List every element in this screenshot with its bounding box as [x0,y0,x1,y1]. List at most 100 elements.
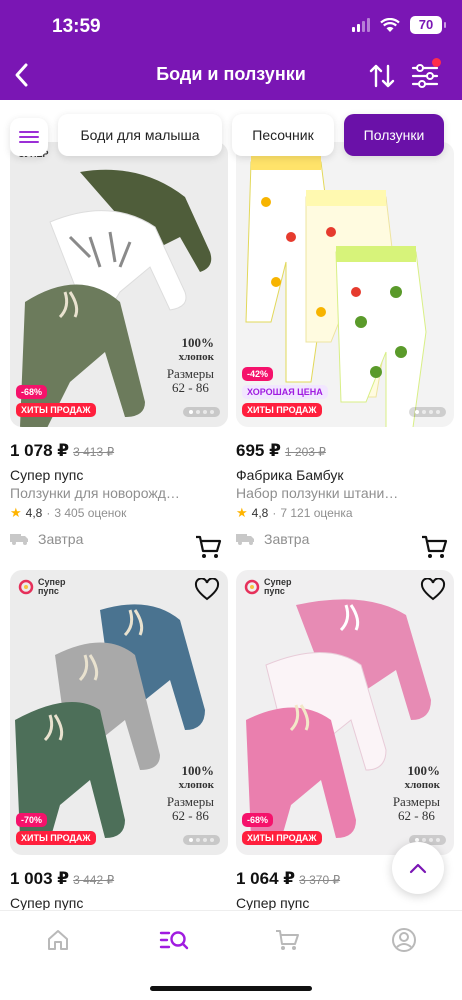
image-pager-dots [183,835,220,845]
product-image[interactable]: Супер пупс 100% хлопок Размеры 62 - 86 -… [236,570,454,855]
chip-bodysuits[interactable]: Боди для малыша [58,114,222,156]
cotton-percent: 100% [181,335,215,350]
sort-icon[interactable] [368,62,396,90]
brand-logo: Супер пупс [18,578,65,596]
old-price: 1 203 ₽ [284,445,326,459]
logo-text-bottom: пупс [38,586,59,596]
sizes-range: 62 - 86 [171,808,209,823]
tab-profile[interactable] [389,925,419,955]
price: 695 ₽ [236,441,281,460]
favorite-heart-icon[interactable] [420,578,446,602]
battery-indicator: 70 [410,16,446,34]
cotton-word: хлопок [178,779,214,791]
discount-badge: -70% [16,813,48,827]
price: 1 064 ₽ [236,869,296,888]
product-card[interactable]: СУПЕР 100% хлопок Размеры 62 - 86 -68% Х… [10,142,228,558]
chip-sandsuit[interactable]: Песочник [232,114,334,156]
tab-catalog[interactable] [158,925,190,955]
pacifier-logo-icon [244,579,260,595]
cotton-label: 100% хлопок [179,336,214,364]
reviews-sep: · [46,506,51,520]
pacifier-logo-icon [18,579,34,595]
reviews-count: 7 121 оценка [280,506,353,520]
brand-name: Супер пупс [10,895,84,910]
product-card[interactable]: Супер пупс 100% хлопок Размеры 62 - 86 -… [10,570,228,910]
delivery-text: Завтра [38,531,84,547]
catalog-search-icon [159,931,189,950]
brand-name: Супер пупс [236,895,310,910]
brand-name: Фабрика Бамбук [236,467,344,483]
discount-badge: -68% [242,813,274,827]
cotton-percent: 100% [181,763,215,778]
favorite-heart-icon[interactable] [194,578,220,602]
badges: -68% ХИТЫ ПРОДАЖ [242,813,322,845]
cellular-signal-icon [352,18,370,32]
price-row: 1 003 ₽ 3 442 ₽ [10,869,228,891]
rating-value: 4,8 [25,506,43,520]
filter-active-dot [432,58,441,67]
product-image[interactable]: СУПЕР 100% хлопок Размеры 62 - 86 -68% Х… [10,142,228,427]
sizes-label: Размеры 62 - 86 [167,795,214,823]
hits-badge: ХИТЫ ПРОДАЖ [16,403,96,417]
cotton-label: 100% хлопок [405,764,440,792]
status-icons: 70 [352,16,446,34]
profile-icon [392,928,416,952]
sizes-range: 62 - 86 [397,808,435,823]
reviews-count: 3 405 оценок [54,506,127,520]
badges: -70% ХИТЫ ПРОДАЖ [16,813,96,845]
tab-cart[interactable] [272,925,302,955]
hits-badge: ХИТЫ ПРОДАЖ [242,403,322,417]
image-pager-dots [183,407,220,417]
old-price: 3 370 ₽ [299,873,341,887]
image-pager-dots [409,407,446,417]
rating-value: 4,8 [251,506,269,520]
brand-name: Супер пупс [10,467,84,483]
price-row: 695 ₽ 1 203 ₽ [236,441,454,463]
logo-text-bottom: пупс [264,586,285,596]
chips-menu-button[interactable] [10,118,48,156]
rating-row: ★ 4,8 · 3 405 оценок [10,505,228,521]
truck-icon [236,534,254,545]
old-price: 3 442 ₽ [73,873,115,887]
sizes-label: Размеры 62 - 86 [393,795,440,823]
tab-home[interactable] [43,925,73,955]
star-icon: ★ [10,505,22,520]
delivery-text: Завтра [264,531,310,547]
sizes-range: 62 - 86 [171,380,209,395]
badges: -68% ХИТЫ ПРОДАЖ [16,385,96,417]
brand-logo: Супер пупс [244,578,291,596]
old-price: 3 413 ₽ [73,445,115,459]
top-bar: 13:59 70 Боди и ползунки [0,0,462,100]
add-to-cart-icon[interactable] [194,534,222,560]
wifi-icon [380,17,400,32]
status-time: 13:59 [52,16,101,37]
menu-icon [19,131,39,143]
cart-icon [276,930,299,950]
product-name: Набор ползунки штанишки [236,485,406,501]
product-name: Ползунки для новорожденных [10,485,180,501]
cotton-percent: 100% [407,763,441,778]
scroll-to-top-button[interactable] [392,842,444,894]
price: 1 078 ₽ [10,441,70,460]
product-card[interactable]: -42% ХОРОШАЯ ЦЕНА ХИТЫ ПРОДАЖ 695 ₽ 1 20… [236,142,454,558]
sizes-title: Размеры [392,794,440,809]
chip-rompers[interactable]: Ползунки [344,114,444,156]
sizes-title: Размеры [166,366,214,381]
add-to-cart-icon[interactable] [420,534,448,560]
rating-row: ★ 4,8 · 7 121 оценка [236,505,454,521]
cotton-word: хлопок [178,351,214,363]
category-chips: Боди для малыша Песочник Ползунки [0,114,462,158]
sizes-title: Размеры [166,794,214,809]
star-icon: ★ [236,505,248,520]
reviews-sep: · [272,506,277,520]
home-icon [48,930,68,950]
price: 1 003 ₽ [10,869,70,888]
product-image[interactable]: -42% ХОРОШАЯ ЦЕНА ХИТЫ ПРОДАЖ [236,142,454,427]
product-image[interactable]: Супер пупс 100% хлопок Размеры 62 - 86 -… [10,570,228,855]
chevron-up-icon [409,863,427,874]
good-price-badge: ХОРОШАЯ ЦЕНА [242,385,328,399]
cotton-label: 100% хлопок [179,764,214,792]
cotton-word: хлопок [404,779,440,791]
price-row: 1 078 ₽ 3 413 ₽ [10,441,228,463]
truck-icon [10,534,28,545]
